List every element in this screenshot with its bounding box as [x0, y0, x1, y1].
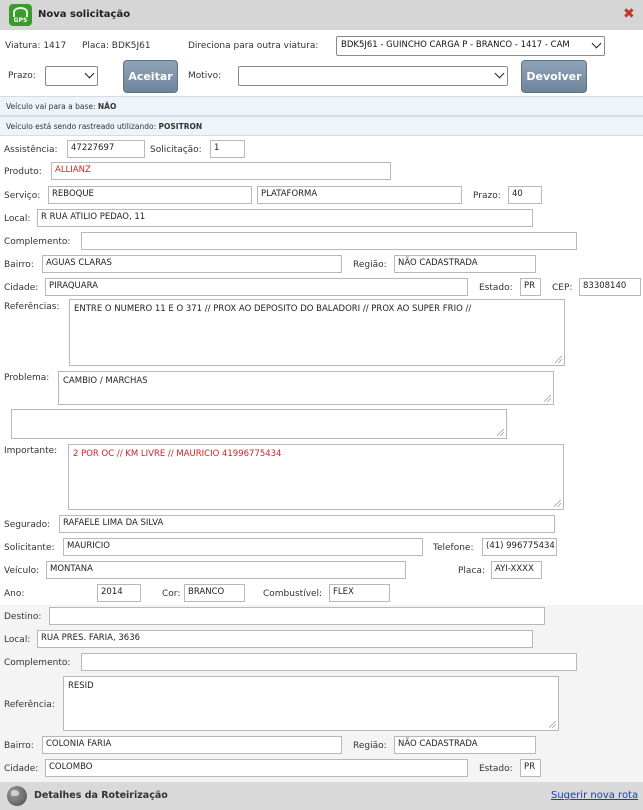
- prazo-form-label: Prazo:: [473, 191, 501, 201]
- info-rastreado: Veículo está sendo rastreado utilizando:…: [0, 116, 643, 136]
- complemento-field[interactable]: [81, 232, 577, 250]
- servico-label: Serviço:: [4, 191, 41, 201]
- destino-field[interactable]: [49, 607, 545, 625]
- segurado-label: Segurado:: [4, 520, 51, 530]
- aceitar-button[interactable]: Aceitar: [123, 60, 178, 93]
- chevron-down-icon: [84, 68, 95, 79]
- servico-tipo-field[interactable]: PLATAFORMA: [257, 186, 462, 204]
- destino-cidade-field[interactable]: COLOMBO: [45, 759, 468, 777]
- combustivel-field[interactable]: FLEX: [329, 584, 390, 602]
- destino-complemento-label: Complemento:: [4, 658, 71, 668]
- placa-label: Placa: BDK5J61: [82, 41, 151, 51]
- servico-field[interactable]: REBOQUE: [48, 186, 252, 204]
- cor-field[interactable]: BRANCO: [184, 584, 245, 602]
- estado-field[interactable]: PR: [520, 278, 541, 296]
- close-icon[interactable]: ✖: [623, 6, 635, 22]
- destino-regiao-field[interactable]: NÃO CADASTRADA: [394, 736, 536, 754]
- destino-label: Destino:: [4, 612, 42, 622]
- destino-bairro-field[interactable]: COLONIA FARIA: [42, 736, 342, 754]
- regiao-field[interactable]: NÃO CADASTRADA: [394, 255, 536, 273]
- referencias-field[interactable]: ENTRE O NUMERO 11 E O 371 // PROX AO DEP…: [69, 299, 565, 366]
- gps-logo-icon: GPS: [9, 4, 32, 26]
- info-base: Veículo vai para a base: NÃO: [0, 96, 643, 116]
- problema-extra-field[interactable]: [11, 409, 507, 439]
- bairro-field[interactable]: AGUAS CLARAS: [42, 255, 342, 273]
- direciona-select[interactable]: BDK5J61 - GUINCHO CARGA P - BRANCO - 141…: [336, 36, 605, 56]
- referencias-label: Referências:: [4, 302, 60, 312]
- globe-icon: [7, 786, 27, 806]
- produto-field[interactable]: ALLIANZ: [51, 162, 391, 180]
- solicitante-label: Solicitante:: [4, 543, 55, 553]
- destino-cidade-label: Cidade:: [4, 764, 39, 774]
- ano-label: Ano:: [4, 589, 25, 599]
- viatura-label: Viatura: 1417: [5, 41, 67, 51]
- cep-field[interactable]: 83308140: [579, 278, 641, 296]
- chevron-down-icon: [494, 68, 505, 79]
- bairro-label: Bairro:: [4, 260, 34, 270]
- cidade-field[interactable]: PIRAQUARA: [45, 278, 468, 296]
- cidade-label: Cidade:: [4, 283, 39, 293]
- placa-veiculo-label: Placa:: [458, 566, 485, 576]
- prazo-select[interactable]: [45, 66, 98, 86]
- veiculo-label: Veículo:: [4, 566, 40, 576]
- destino-estado-field[interactable]: PR: [520, 759, 541, 777]
- window-title: Nova solicitação: [38, 9, 131, 20]
- local-label: Local:: [4, 214, 31, 224]
- prazo-label: Prazo:: [8, 71, 36, 81]
- segurado-field[interactable]: RAFAELE LIMA DA SILVA: [59, 515, 555, 533]
- assistencia-label: Assistência:: [4, 145, 58, 155]
- problema-field[interactable]: CAMBIO / MARCHAS: [58, 371, 554, 405]
- importante-field[interactable]: 2 POR OC // KM LIVRE // MAURICIO 4199677…: [68, 444, 564, 510]
- prazo-field[interactable]: 40: [508, 186, 542, 204]
- destino-regiao-label: Região:: [353, 741, 387, 751]
- motivo-select[interactable]: [238, 66, 508, 86]
- problema-label: Problema:: [4, 373, 50, 383]
- destino-estado-label: Estado:: [479, 764, 513, 774]
- ano-field[interactable]: 2014: [97, 584, 141, 602]
- veiculo-field[interactable]: MONTANA: [46, 561, 406, 579]
- destino-local-field[interactable]: RUA PRES. FARIA, 3636: [37, 630, 533, 648]
- local-field[interactable]: R RUA ATILIO PEDAO, 11: [37, 209, 533, 227]
- combustivel-label: Combustível:: [263, 589, 323, 599]
- complemento-label: Complemento:: [4, 237, 71, 247]
- cor-label: Cor:: [162, 589, 181, 599]
- destino-referencia-label: Referência:: [4, 700, 55, 710]
- destino-bairro-label: Bairro:: [4, 741, 34, 751]
- assistencia-field[interactable]: 47227697: [67, 140, 145, 158]
- destino-complemento-field[interactable]: [81, 653, 577, 671]
- placa-field[interactable]: AYI-XXXX: [491, 561, 542, 579]
- solicitante-field[interactable]: MAURICIO: [63, 538, 423, 556]
- regiao-label: Região:: [353, 260, 387, 270]
- sugerir-rota-link[interactable]: Sugerir nova rota: [551, 790, 638, 801]
- destino-referencia-field[interactable]: RESID: [63, 676, 559, 731]
- importante-label: Importante:: [4, 446, 58, 456]
- destino-local-label: Local:: [4, 635, 31, 645]
- solicitacao-label: Solicitação:: [150, 145, 202, 155]
- direciona-label: Direciona para outra viatura:: [188, 41, 319, 51]
- devolver-button[interactable]: Devolver: [521, 60, 587, 93]
- produto-label: Produto:: [4, 167, 42, 177]
- chevron-down-icon: [591, 38, 602, 49]
- motivo-label: Motivo:: [188, 71, 222, 81]
- solicitacao-field[interactable]: 1: [210, 140, 245, 158]
- cep-label: CEP:: [552, 283, 573, 293]
- telefone-label: Telefone:: [433, 543, 474, 553]
- telefone-field[interactable]: (41) 996775434: [482, 538, 557, 556]
- estado-label: Estado:: [479, 283, 513, 293]
- roteirizacao-title: Detalhes da Roteirização: [34, 790, 168, 801]
